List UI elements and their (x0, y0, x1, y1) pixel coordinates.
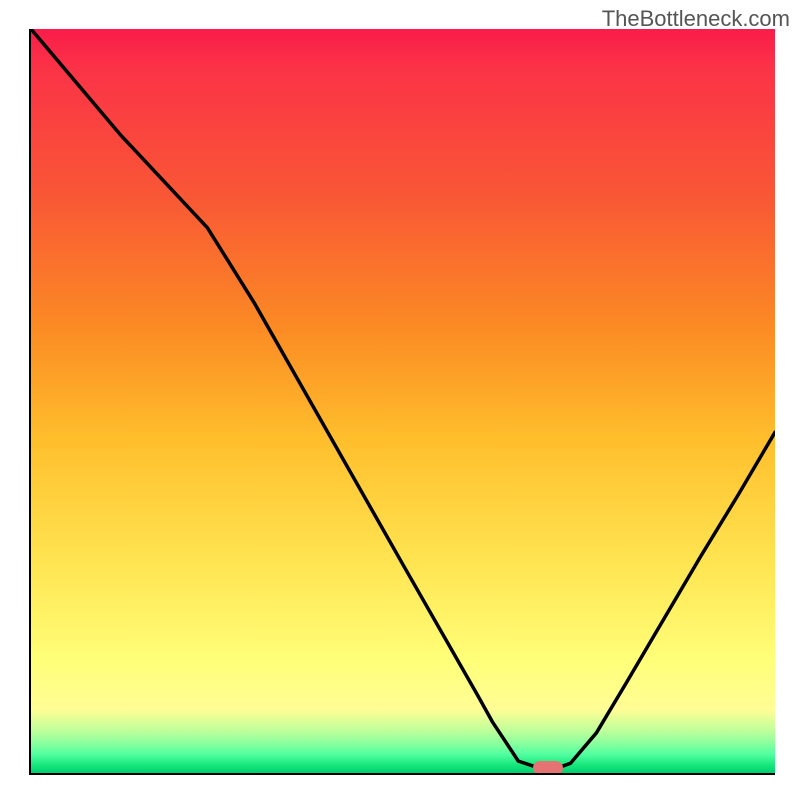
curve-svg (31, 29, 775, 773)
curve-line (31, 29, 775, 768)
low-point-marker (533, 761, 563, 775)
chart-container: TheBottleneck.com (0, 0, 800, 800)
watermark-text: TheBottleneck.com (602, 6, 790, 32)
plot-area (29, 29, 775, 775)
